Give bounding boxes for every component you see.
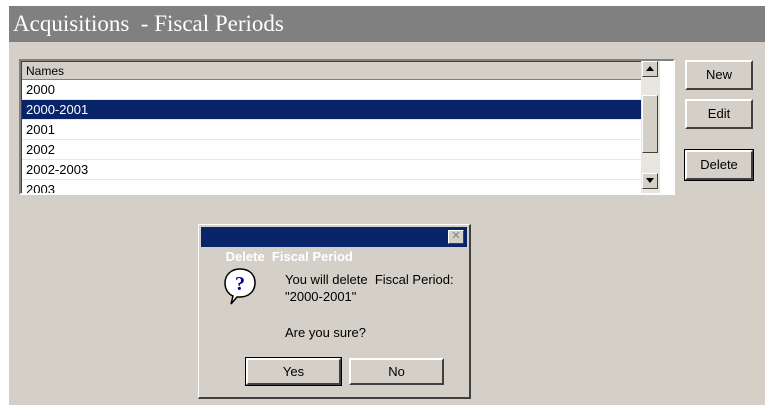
scroll-down-button[interactable]: [642, 173, 658, 189]
list-item-selected[interactable]: 2000-2001: [22, 100, 641, 120]
scroll-thumb[interactable]: [642, 95, 658, 153]
yes-button[interactable]: Yes: [245, 357, 342, 386]
dialog-message-line2: "2000-2001": [285, 289, 357, 304]
list-content: Names 2000 2000-2001 2001 2002 2002-2003…: [21, 61, 641, 193]
no-button[interactable]: No: [349, 358, 444, 385]
dialog-close-button[interactable]: ✕: [448, 230, 464, 244]
arrow-up-icon: [646, 66, 654, 71]
new-button-label: New: [705, 67, 732, 82]
new-button[interactable]: New: [685, 60, 753, 90]
vertical-scrollbar[interactable]: [641, 61, 660, 193]
list-item[interactable]: 2003: [22, 180, 641, 193]
no-button-label: No: [388, 364, 405, 379]
dialog-question: Are you sure?: [285, 325, 366, 340]
question-icon: ?: [224, 268, 256, 305]
edit-button-label: Edit: [707, 106, 731, 121]
dialog-message-line1: You will delete Fiscal Period:: [285, 272, 454, 287]
delete-button-label: Delete: [700, 157, 738, 172]
delete-button[interactable]: Delete: [684, 149, 754, 181]
list-column-header[interactable]: Names: [22, 62, 641, 80]
delete-confirm-dialog: Delete Fiscal Period ✕ ? You will delete…: [198, 224, 471, 399]
main-window: Acquisitions - Fiscal Periods Names 2000…: [9, 6, 765, 405]
window-title: Acquisitions - Fiscal Periods: [9, 6, 765, 42]
svg-text:?: ?: [235, 273, 245, 295]
edit-button[interactable]: Edit: [685, 99, 753, 129]
list-item[interactable]: 2001: [22, 120, 641, 140]
dialog-message: You will delete Fiscal Period: "2000-2001…: [285, 271, 465, 305]
yes-button-label: Yes: [282, 364, 305, 379]
dialog-title-bar[interactable]: Delete Fiscal Period ✕: [201, 227, 467, 264]
close-icon: ✕: [451, 230, 461, 242]
dialog-title: Delete Fiscal Period: [225, 249, 353, 264]
list-item[interactable]: 2002: [22, 140, 641, 160]
arrow-down-icon: [646, 178, 654, 183]
scroll-up-button[interactable]: [642, 61, 658, 77]
list-item[interactable]: 2000: [22, 80, 641, 100]
list-item[interactable]: 2002-2003: [22, 160, 641, 180]
fiscal-periods-listbox[interactable]: Names 2000 2000-2001 2001 2002 2002-2003…: [19, 59, 675, 195]
